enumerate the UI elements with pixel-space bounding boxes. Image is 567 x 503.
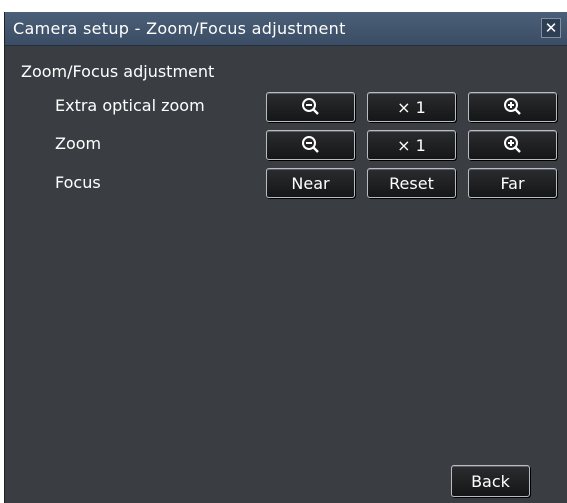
zoom-out-icon bbox=[301, 98, 319, 115]
zoom-focus-dialog: Camera setup - Zoom/Focus adjustment ✕ Z… bbox=[4, 12, 567, 503]
extra-optical-zoom-out-button[interactable] bbox=[266, 92, 355, 122]
dialog-title: Camera setup - Zoom/Focus adjustment bbox=[13, 19, 346, 38]
focus-reset-label: Reset bbox=[389, 173, 434, 193]
focus-far-button[interactable]: Far bbox=[468, 168, 557, 198]
back-button[interactable]: Back bbox=[451, 465, 530, 497]
back-label: Back bbox=[471, 471, 510, 491]
extra-optical-zoom-label: Extra optical zoom bbox=[55, 96, 205, 115]
zoom-reset-button[interactable]: × 1 bbox=[367, 130, 456, 160]
title-bar: Camera setup - Zoom/Focus adjustment ✕ bbox=[5, 12, 567, 46]
close-icon: ✕ bbox=[544, 19, 558, 37]
focus-reset-button[interactable]: Reset bbox=[367, 168, 456, 198]
close-button[interactable]: ✕ bbox=[541, 18, 561, 38]
zoom-in-icon bbox=[503, 136, 521, 153]
extra-optical-zoom-reset-label: × 1 bbox=[397, 97, 426, 117]
zoom-out-button[interactable] bbox=[266, 130, 355, 160]
extra-optical-zoom-reset-button[interactable]: × 1 bbox=[367, 92, 456, 122]
focus-near-label: Near bbox=[291, 173, 330, 193]
zoom-reset-label: × 1 bbox=[397, 135, 426, 155]
section-title: Zoom/Focus adjustment bbox=[21, 62, 215, 81]
zoom-in-icon bbox=[503, 98, 521, 115]
focus-far-label: Far bbox=[500, 173, 525, 193]
focus-label: Focus bbox=[55, 173, 101, 192]
zoom-in-button[interactable] bbox=[468, 130, 557, 160]
focus-near-button[interactable]: Near bbox=[266, 168, 355, 198]
zoom-label: Zoom bbox=[55, 134, 102, 153]
extra-optical-zoom-in-button[interactable] bbox=[468, 92, 557, 122]
zoom-out-icon bbox=[301, 136, 319, 153]
